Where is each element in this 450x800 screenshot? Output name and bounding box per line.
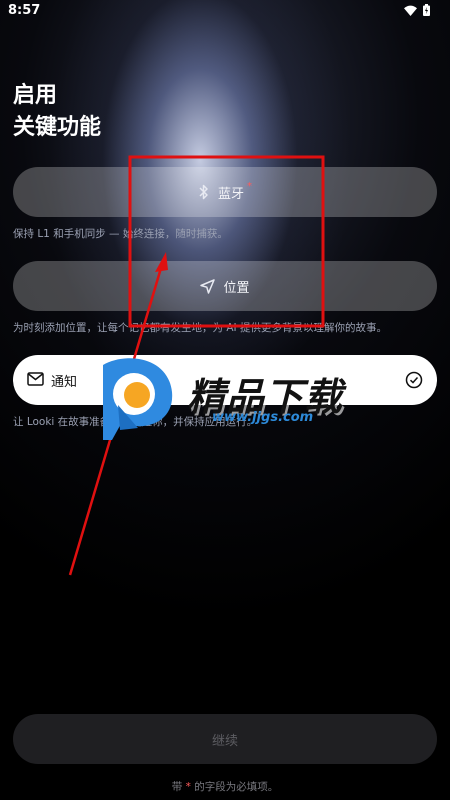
- bluetooth-icon: [198, 184, 210, 200]
- status-time: 8:57: [8, 3, 41, 18]
- check-circle-icon: [405, 371, 423, 393]
- required-footnote: 带 * 的字段为必填项。: [0, 779, 450, 794]
- footnote-prefix: 带: [171, 781, 183, 793]
- mail-icon: [27, 371, 44, 390]
- status-bar: 8:57: [0, 0, 450, 22]
- navigation-arrow-icon: [200, 278, 216, 294]
- page-title: 启用 关键功能: [13, 80, 101, 144]
- footnote-suffix: 的字段为必填项。: [194, 781, 279, 793]
- title-line-1: 启用: [13, 83, 58, 108]
- bluetooth-description: 保持 L1 和手机同步 — 始终连接，随时捕获。: [13, 228, 228, 240]
- watermark-url: www.jjgs.com: [212, 410, 314, 425]
- notification-label: 通知: [51, 375, 78, 390]
- location-description: 为时刻添加位置，让每个记忆都有发生地，为 AI 提供更多背景以理解你的故事。: [13, 322, 387, 334]
- battery-icon: [423, 4, 430, 20]
- title-line-2: 关键功能: [13, 115, 102, 140]
- location-permission-button[interactable]: 位置: [13, 261, 437, 311]
- bluetooth-permission-button[interactable]: 蓝牙 *: [13, 167, 437, 217]
- location-label: 位置: [223, 280, 250, 296]
- status-icons: [404, 4, 430, 20]
- continue-label: 继续: [211, 733, 238, 749]
- continue-button[interactable]: 继续: [13, 714, 437, 764]
- footnote-star: *: [185, 781, 191, 793]
- required-mark: *: [247, 181, 252, 192]
- bluetooth-label: 蓝牙: [217, 186, 244, 202]
- wifi-icon: [404, 5, 417, 20]
